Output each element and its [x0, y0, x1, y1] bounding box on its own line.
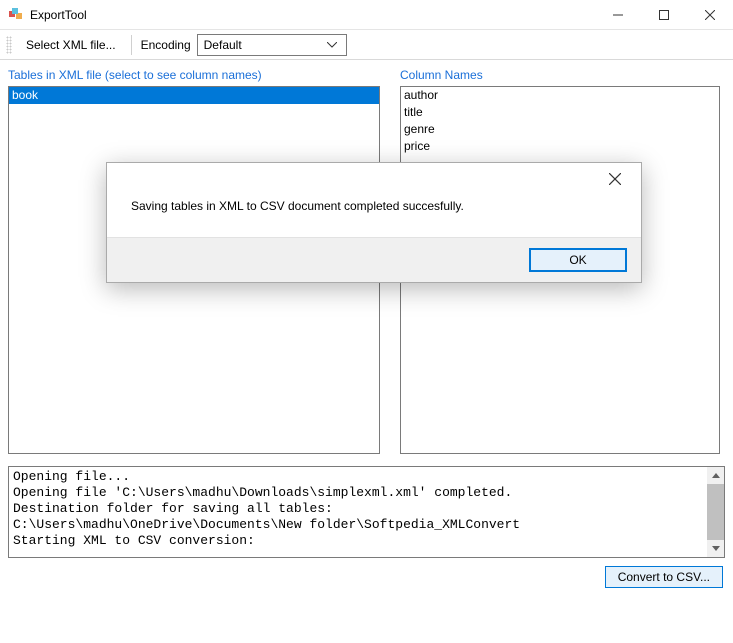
- close-button[interactable]: [687, 0, 733, 30]
- completion-dialog: Saving tables in XML to CSV document com…: [106, 162, 642, 283]
- list-item[interactable]: book: [9, 87, 379, 104]
- log-panel: Opening file... Opening file 'C:\Users\m…: [8, 466, 725, 558]
- chevron-down-icon: [324, 42, 340, 48]
- list-item[interactable]: author: [401, 87, 719, 104]
- select-xml-file-button[interactable]: Select XML file...: [20, 36, 122, 54]
- scroll-down-button[interactable]: [707, 540, 724, 557]
- scroll-up-button[interactable]: [707, 467, 724, 484]
- convert-to-csv-button[interactable]: Convert to CSV...: [605, 566, 723, 588]
- titlebar: ExportTool: [0, 0, 733, 30]
- list-item[interactable]: genre: [401, 121, 719, 138]
- log-text: Opening file... Opening file 'C:\Users\m…: [9, 467, 707, 557]
- dialog-close-button[interactable]: [595, 165, 635, 193]
- scroll-thumb[interactable]: [707, 484, 724, 540]
- maximize-button[interactable]: [641, 0, 687, 30]
- app-icon: [8, 7, 24, 23]
- ok-button[interactable]: OK: [529, 248, 627, 272]
- toolbar-grip: [6, 36, 12, 54]
- encoding-label: Encoding: [141, 38, 191, 52]
- encoding-combobox[interactable]: Default: [197, 34, 347, 56]
- toolbar-separator: [131, 35, 132, 55]
- tables-header: Tables in XML file (select to see column…: [8, 68, 380, 82]
- list-item[interactable]: title: [401, 104, 719, 121]
- log-scrollbar[interactable]: [707, 467, 724, 557]
- encoding-value: Default: [204, 38, 324, 52]
- minimize-button[interactable]: [595, 0, 641, 30]
- toolbar: Select XML file... Encoding Default: [0, 30, 733, 60]
- window-title: ExportTool: [30, 8, 87, 22]
- columns-header: Column Names: [400, 68, 725, 82]
- list-item[interactable]: price: [401, 138, 719, 155]
- dialog-message: Saving tables in XML to CSV document com…: [131, 199, 617, 213]
